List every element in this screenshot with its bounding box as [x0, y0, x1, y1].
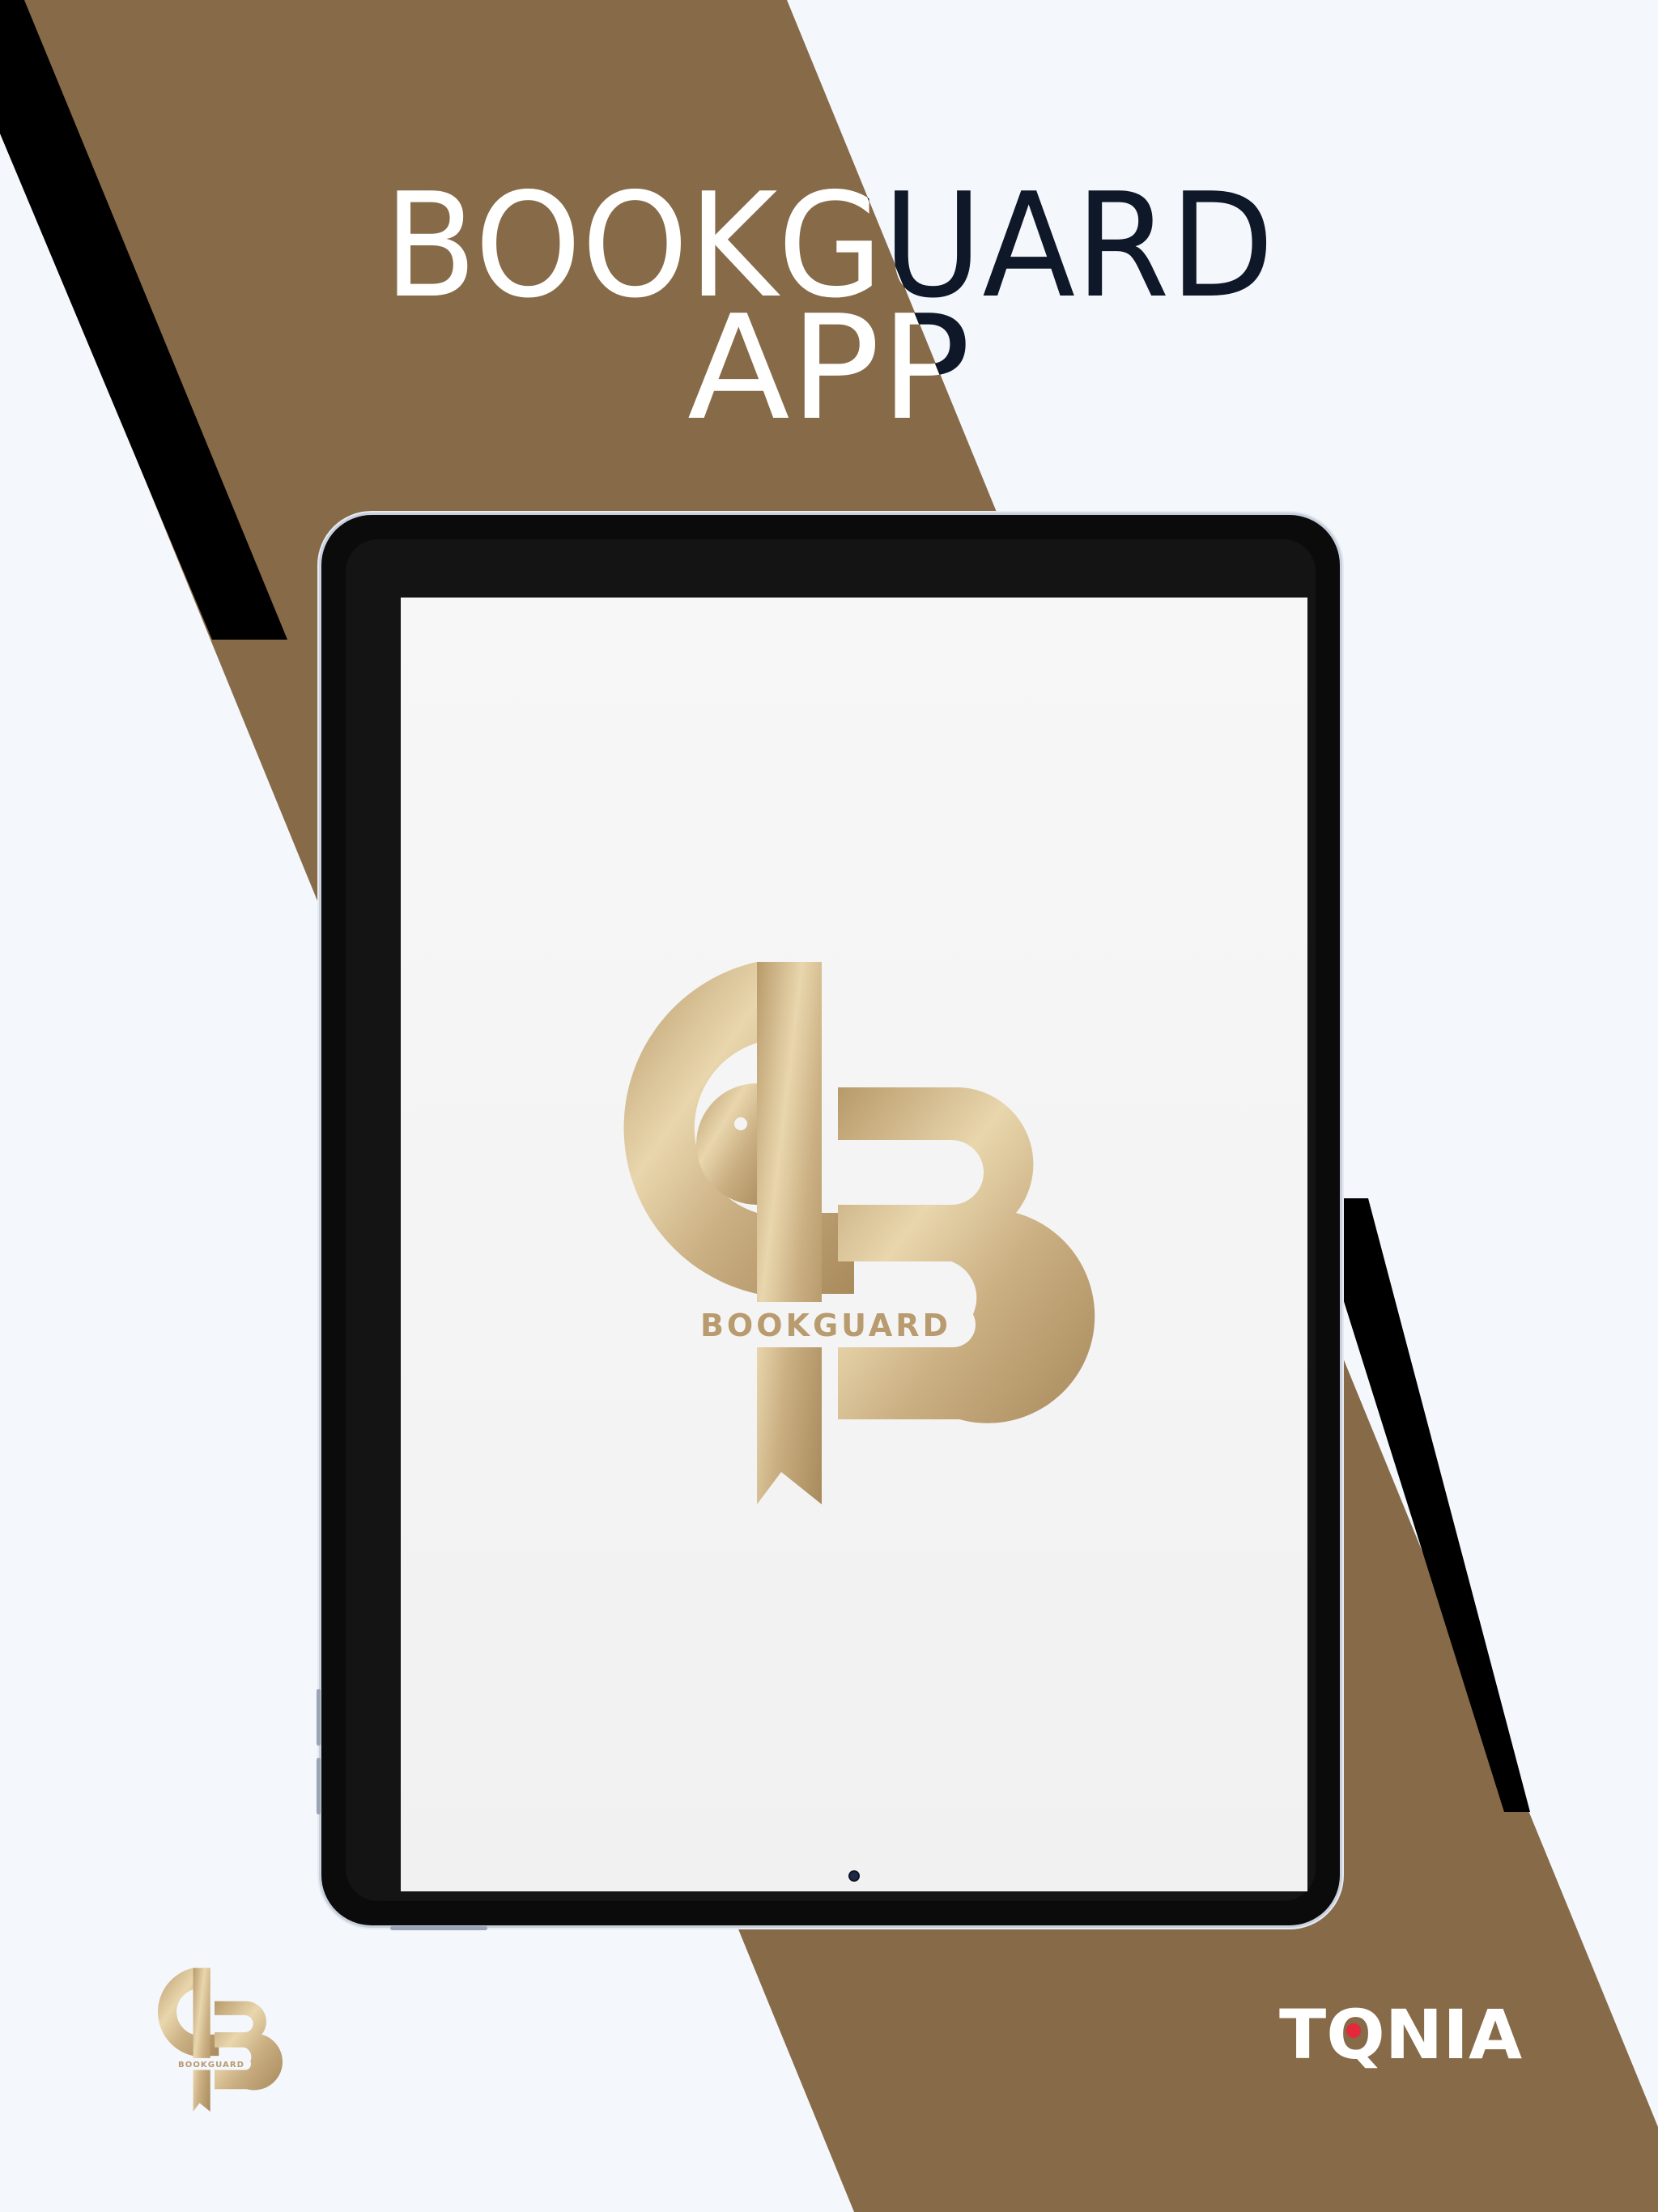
front-camera	[850, 1872, 858, 1880]
tablet-bezel: BOOKGUARD	[346, 539, 1316, 1901]
screen-logo-wordmark: BOOKGUARD	[700, 1308, 951, 1343]
brand-accent-dot	[1346, 2023, 1361, 2038]
volume-down-button	[317, 1758, 321, 1814]
bookguard-logo: BOOKGUARD	[623, 962, 1095, 1504]
headline: BOOKGUARD APP BOOKGUARD APP	[384, 162, 1274, 452]
tqnia-brand-logo: TQNIA	[1279, 2000, 1522, 2073]
footer-bookguard-logo: BOOKGUARD	[157, 1967, 283, 2112]
footer-logo-wordmark: BOOKGUARD	[178, 2061, 244, 2069]
tablet-mockup: BOOKGUARD	[317, 515, 1340, 1930]
tablet-screen: BOOKGUARD	[401, 598, 1307, 1891]
brand-name: TQNIA	[1279, 2000, 1522, 2073]
volume-up-button	[317, 1689, 321, 1746]
power-button	[390, 1926, 487, 1930]
